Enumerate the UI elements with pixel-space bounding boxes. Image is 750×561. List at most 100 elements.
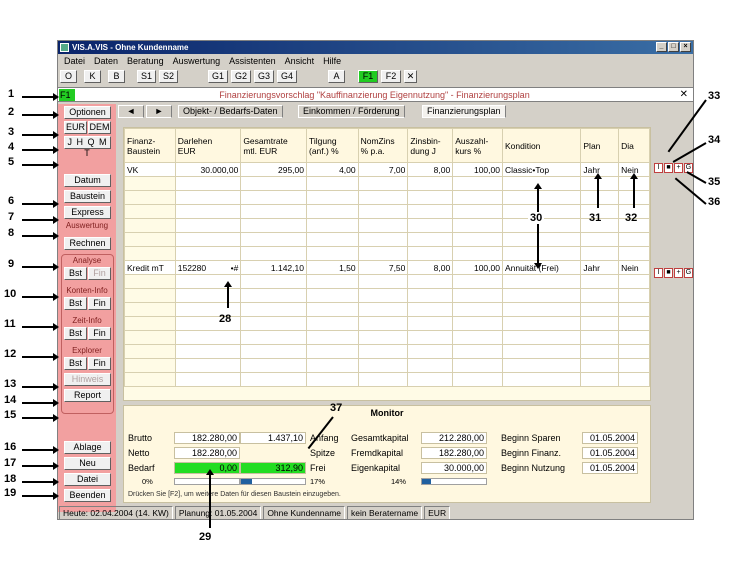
menu-assistenten[interactable]: Assistenten xyxy=(229,54,276,68)
kredit-baustein[interactable]: Kredit mT xyxy=(124,260,176,275)
close-window-button[interactable]: × xyxy=(680,42,691,52)
kredit-rate[interactable]: 1.142,10 xyxy=(240,260,307,275)
row-info-button[interactable]: I xyxy=(654,268,663,278)
callout-10: 10 xyxy=(4,288,17,300)
callout-arrow xyxy=(224,281,232,308)
toolbar-g2-button[interactable]: G2 xyxy=(231,70,251,83)
callout-arrow xyxy=(534,183,542,269)
tab-finanzierungsplan[interactable]: Finanzierungsplan xyxy=(422,105,506,118)
callout-arrow xyxy=(22,462,59,470)
konten-bst-button[interactable]: Bst xyxy=(64,297,87,310)
hinweis-button[interactable]: Hinweis xyxy=(64,373,111,386)
kredit-dia[interactable]: Nein xyxy=(618,260,650,275)
toolbar-k-button[interactable]: K xyxy=(84,70,101,83)
vk-bindung[interactable]: 8,00 xyxy=(407,162,454,177)
row-add-button[interactable]: + xyxy=(674,268,683,278)
kredit-kurs[interactable]: 100,00 xyxy=(452,260,503,275)
callout-arrow xyxy=(22,131,59,139)
toolbar-a-button[interactable]: A xyxy=(328,70,345,83)
report-button[interactable]: Report xyxy=(64,389,111,402)
datei-button[interactable]: Datei xyxy=(64,473,111,486)
tab-einkommen-foerderung[interactable]: Einkommen / Förderung xyxy=(298,105,405,118)
callout-36: 36 xyxy=(708,196,721,208)
menu-auswertung[interactable]: Auswertung xyxy=(173,54,221,68)
row-delete-button[interactable]: ■ xyxy=(664,268,673,278)
toolbar-g3-button[interactable]: G3 xyxy=(254,70,274,83)
vk-tilgung[interactable]: 4,00 xyxy=(305,162,359,177)
progress-right-fill xyxy=(422,479,431,484)
maximize-button[interactable]: □ xyxy=(668,42,679,52)
callout-5: 5 xyxy=(8,156,15,168)
express-button[interactable]: Express xyxy=(64,206,111,219)
analyse-bst-button[interactable]: Bst xyxy=(64,267,87,280)
baustein-button[interactable]: Baustein xyxy=(64,190,111,203)
toolbar-g4-button[interactable]: G4 xyxy=(277,70,297,83)
zeit-fin-button[interactable]: Fin xyxy=(88,327,111,340)
menu-daten[interactable]: Daten xyxy=(94,54,118,68)
toolbar-b-button[interactable]: B xyxy=(108,70,125,83)
vk-kurs[interactable]: 100,00 xyxy=(452,162,503,177)
callout-30: 30 xyxy=(528,212,545,224)
row-delete-button[interactable]: ■ xyxy=(664,163,673,173)
toolbar-f1-button[interactable]: F1 xyxy=(358,70,378,83)
neu-button[interactable]: Neu xyxy=(64,457,111,470)
toolbar-s2-button[interactable]: S2 xyxy=(159,70,178,83)
optionen-button[interactable]: Optionen xyxy=(64,106,111,119)
tab-objekt-bedarfs-daten[interactable]: Objekt- / Bedarfs-Daten xyxy=(178,105,283,118)
monitor-title: Monitor xyxy=(370,408,404,418)
callout-29: 29 xyxy=(199,531,212,543)
nav-left-icon[interactable]: ◄ xyxy=(118,105,144,118)
row-add-button[interactable]: + xyxy=(674,163,683,173)
rechnen-button[interactable]: Rechnen xyxy=(64,237,111,250)
table-row-kredit[interactable]: Kredit mT 152280 •# 1.142,10 1,50 7,50 8,… xyxy=(124,260,650,275)
table-row xyxy=(124,176,650,191)
datum-button[interactable]: Datum xyxy=(64,174,111,187)
vk-kondition[interactable]: Classic•Top xyxy=(501,162,582,177)
menu-hilfe[interactable]: Hilfe xyxy=(323,54,341,68)
row-group-button[interactable]: G xyxy=(684,268,693,278)
zeit-bst-button[interactable]: Bst xyxy=(64,327,87,340)
vk-rate[interactable]: 295,00 xyxy=(240,162,307,177)
sidebar: Optionen EUR DEM J H Q M T Datum Baustei… xyxy=(58,104,116,512)
dem-button[interactable]: DEM xyxy=(88,121,111,134)
minimize-button[interactable]: _ xyxy=(656,42,667,52)
col-header-darlehen: Darlehen EUR xyxy=(174,128,242,163)
kredit-darlehen[interactable]: 152280 •# xyxy=(174,260,242,275)
ablage-button[interactable]: Ablage xyxy=(64,441,111,454)
beenden-button[interactable]: Beenden xyxy=(64,489,111,502)
konten-fin-button[interactable]: Fin xyxy=(88,297,111,310)
eur-button[interactable]: EUR xyxy=(64,121,87,134)
col-header-nomzins: NomZins % p.a. xyxy=(357,128,409,163)
toolbar-f2-button[interactable]: F2 xyxy=(381,70,401,83)
analyse-fin-button[interactable]: Fin xyxy=(88,267,111,280)
bedarf-label: Bedarf xyxy=(128,463,155,473)
vk-baustein[interactable]: VK xyxy=(124,162,176,177)
menu-ansicht[interactable]: Ansicht xyxy=(285,54,315,68)
vk-zins[interactable]: 7,00 xyxy=(357,162,409,177)
toolbar-o-button[interactable]: O xyxy=(60,70,77,83)
explorer-fin-button[interactable]: Fin xyxy=(88,357,111,370)
pct-mid: 17% xyxy=(310,477,326,486)
kredit-plan[interactable]: Jahr xyxy=(580,260,620,275)
toolbar-close-icon[interactable]: ✕ xyxy=(404,70,417,83)
close-icon[interactable]: ✕ xyxy=(680,88,688,102)
eigenkapital-value: 30.000,00 xyxy=(421,462,487,474)
vk-darlehen[interactable]: 30.000,00 xyxy=(174,162,242,177)
table-row-vk[interactable]: VK 30.000,00 295,00 4,00 7,00 8,00 100,0… xyxy=(124,162,650,177)
callout-arrow xyxy=(22,93,59,101)
kredit-bindung[interactable]: 8,00 xyxy=(407,260,454,275)
toolbar-s1-button[interactable]: S1 xyxy=(137,70,156,83)
toolbar-g1-button[interactable]: G1 xyxy=(208,70,228,83)
menu-beratung[interactable]: Beratung xyxy=(127,54,164,68)
financing-grid: Finanz- Baustein Darlehen EUR Gesamtrate… xyxy=(123,127,651,401)
explorer-bst-button[interactable]: Bst xyxy=(64,357,87,370)
kredit-zins[interactable]: 7,50 xyxy=(357,260,409,275)
auswertung-label: Auswertung xyxy=(65,221,109,230)
nav-right-icon[interactable]: ► xyxy=(146,105,172,118)
status-customer: Ohne Kundenname xyxy=(263,506,346,519)
row-info-button[interactable]: I xyxy=(654,163,663,173)
period-selector[interactable]: J H Q M T xyxy=(64,136,111,158)
kredit-tilgung[interactable]: 1,50 xyxy=(305,260,359,275)
menu-datei[interactable]: Datei xyxy=(64,54,85,68)
col-header-auszahlkurs: Auszahl- kurs % xyxy=(452,128,503,163)
